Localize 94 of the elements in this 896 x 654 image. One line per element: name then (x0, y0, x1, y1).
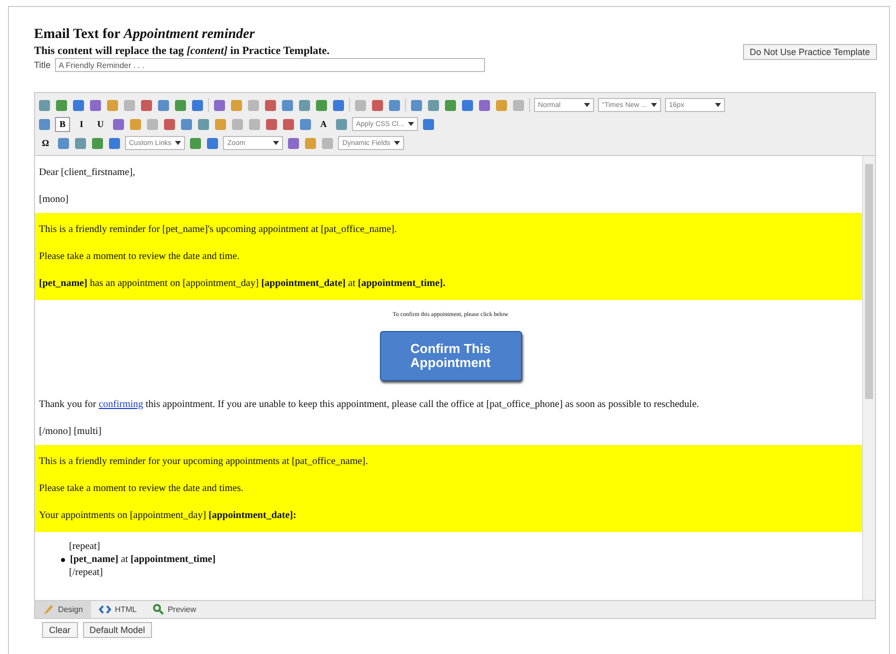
tool-icon[interactable] (298, 98, 311, 112)
body-text: Thank you for confirming this appointment. If you are unable to keep this appointment, please call the office at [pat_office_phone] as soon as possible to reschedule. (39, 398, 700, 412)
format-button[interactable]: I (74, 116, 89, 132)
tool-icon[interactable] (354, 98, 367, 112)
tool-icon[interactable] (265, 118, 278, 130)
tool-icon[interactable] (191, 98, 204, 112)
tool-icon[interactable] (371, 98, 384, 112)
body-text: This is a friendly reminder for [pet_name]'s upcoming appointment at [pat_office_name]. (39, 223, 398, 237)
tool-icon[interactable] (315, 98, 328, 112)
tool-icon[interactable] (123, 98, 136, 112)
tool-icon[interactable] (427, 98, 440, 112)
mode-tab[interactable]: HTML (90, 601, 145, 618)
action-button[interactable]: Clear (42, 622, 78, 638)
tool-icon[interactable] (72, 98, 85, 112)
action-button[interactable]: Default Model (82, 622, 152, 638)
template-button[interactable]: Do Not Use Practice Template (742, 44, 877, 60)
body-text: [repeat] (69, 540, 102, 553)
tool-icon[interactable] (478, 98, 491, 112)
tool-icon[interactable] (264, 98, 277, 112)
tool-icon[interactable] (189, 136, 202, 150)
body-text: [mono] (39, 193, 70, 207)
tool-icon[interactable] (248, 118, 261, 130)
tool-icon[interactable] (89, 98, 102, 112)
tool-icon[interactable] (332, 98, 345, 112)
caret-icon (273, 141, 280, 145)
format-button[interactable]: A (316, 116, 331, 132)
tool-icon[interactable] (231, 118, 244, 130)
caret-icon (715, 103, 722, 107)
tool-icon[interactable] (91, 136, 104, 150)
format-button[interactable]: B (55, 116, 70, 132)
caret-icon (408, 122, 414, 126)
scrollbar[interactable] (862, 156, 875, 600)
tool-icon[interactable] (206, 136, 220, 150)
mode-tab[interactable]: Preview (144, 601, 204, 618)
tool-icon[interactable] (304, 136, 318, 150)
tool-icon[interactable] (57, 136, 70, 150)
caret-icon (651, 103, 658, 107)
title-label: Title (34, 60, 51, 70)
tool-icon[interactable] (299, 118, 312, 130)
tool-icon[interactable] (247, 98, 260, 112)
tool-icon[interactable] (55, 98, 68, 112)
tool-icon[interactable] (157, 98, 170, 112)
tool-icon[interactable] (146, 118, 159, 130)
body-text: Dear [client_firstname], (39, 166, 136, 180)
page-heading: Email Text for Appointment reminder (34, 27, 256, 43)
body-text: Please take a moment to review the date and times. (39, 482, 244, 496)
body-text: Your appointments on [appointment_day] [appointment_date]: (39, 509, 298, 523)
tool-icon[interactable] (213, 98, 226, 112)
tool-icon[interactable] (180, 118, 193, 130)
page-subheading: This content will replace the tag [content] in Practice Template. (34, 45, 331, 57)
caret-icon (394, 141, 400, 145)
bullet-icon (61, 558, 65, 562)
confirm-button[interactable]: Confirm This Appointment (380, 331, 522, 381)
format-button[interactable]: Ω (38, 136, 53, 150)
tool-icon[interactable] (422, 118, 436, 130)
tool-icon[interactable] (410, 98, 423, 112)
tool-icon[interactable] (214, 118, 227, 130)
title-field[interactable]: A Friendly Reminder . . . (54, 58, 485, 72)
confirm-link[interactable]: confirming (98, 399, 144, 410)
tool-icon[interactable] (287, 136, 300, 150)
mode-tab[interactable]: Design (35, 601, 91, 618)
caret-icon (584, 103, 590, 107)
tool-icon[interactable] (74, 136, 87, 150)
tool-icon[interactable] (281, 98, 294, 112)
tool-icon[interactable] (282, 118, 295, 130)
body-text: [pet_name] has an appointment on [appointment_day] [appointment_date] at [appointment_time]. (39, 277, 446, 291)
tool-icon[interactable] (106, 98, 119, 112)
search-icon (152, 604, 164, 615)
tool-icon[interactable] (461, 98, 474, 112)
tool-icon[interactable] (38, 98, 51, 112)
tool-icon[interactable] (321, 136, 334, 150)
body-text: [/repeat] (69, 566, 104, 579)
body-text: This is a friendly reminder for your upcoming appointments at [pat_office_name]. (39, 455, 369, 469)
tool-icon[interactable] (495, 98, 508, 112)
caret-icon (175, 141, 182, 145)
tool-icon[interactable] (512, 98, 525, 112)
tool-icon[interactable] (197, 118, 210, 130)
tool-icon[interactable] (38, 118, 51, 130)
pencil-icon (43, 604, 54, 615)
tool-icon[interactable] (230, 98, 243, 112)
format-button[interactable]: U (93, 116, 108, 132)
tool-icon[interactable] (140, 98, 153, 112)
body-text: [/mono] [multi] (39, 425, 102, 439)
code-icon (98, 605, 111, 614)
tool-icon[interactable] (335, 118, 348, 130)
tool-icon[interactable] (444, 98, 457, 112)
tool-icon[interactable] (163, 118, 176, 130)
tool-icon[interactable] (112, 118, 125, 130)
tool-icon[interactable] (108, 136, 121, 150)
tool-icon[interactable] (129, 118, 142, 130)
tool-icon[interactable] (388, 98, 401, 112)
body-text: Please take a moment to review the date and time. (39, 250, 240, 264)
tool-icon[interactable] (174, 98, 187, 112)
list-item: [pet_name] at [appointment_time] (70, 553, 216, 566)
